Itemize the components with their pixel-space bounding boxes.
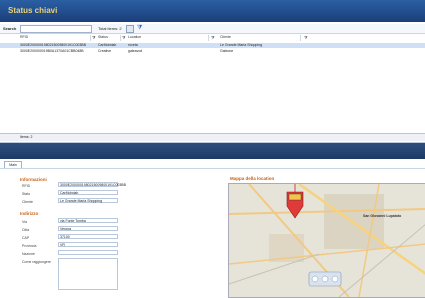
cap-field[interactable]: 37100 [58, 234, 118, 239]
filter-icon[interactable]: ⧩ [137, 25, 143, 31]
info-label: RFID [22, 184, 31, 188]
info-section-title: Informazioni [20, 177, 47, 182]
address-label: Nazione [22, 252, 35, 256]
items-count: Items: 2 [20, 135, 33, 139]
rfid-cell: 3000E200000019B0A1370A01CBB048B [20, 49, 84, 53]
search-input[interactable] [20, 25, 92, 33]
title-bar [0, 0, 425, 22]
column-header-status[interactable]: Status [98, 35, 121, 41]
address-label: Provincia [22, 244, 37, 248]
column-header-label: Location [128, 35, 142, 39]
info-label: Stato [22, 192, 31, 196]
column-header-location[interactable]: Location [128, 35, 209, 41]
rfid-field: 3000E2000001980215009800191C003BB [58, 182, 126, 187]
cliente-field: Le Grande Maria Shopping [58, 198, 118, 203]
info-label: Cliente [22, 200, 33, 204]
citta-field[interactable]: Verona [58, 226, 118, 231]
map-section-title: Mappa della location [230, 176, 275, 181]
map-view[interactable]: San Giovanni Lupatoto [228, 183, 425, 298]
stato-field: CarMobdab [58, 190, 118, 195]
map-place-label: San Giovanni Lupatoto [363, 214, 402, 218]
column-header-label: RFID [20, 35, 29, 39]
window-title: Status chiavi [8, 6, 58, 15]
location-cell: roveta [128, 43, 138, 47]
table-row[interactable]: 3000E200000019B0A1370A01CBB048B Creative… [0, 49, 425, 54]
location-cell: galeavod [128, 49, 143, 53]
search-label: Search [3, 26, 17, 31]
filter-icon[interactable]: ⧩ [122, 35, 126, 40]
filter-icon[interactable]: ⧩ [92, 35, 96, 40]
map-canvas [229, 184, 425, 297]
address-label: Citta [22, 228, 30, 232]
address-label: Come raggiungere [22, 260, 51, 264]
address-label: CAP [22, 236, 30, 240]
column-header-label: Status [98, 35, 108, 39]
column-header-label: Cliente [220, 35, 231, 39]
separator-band [0, 143, 425, 159]
provincia-field[interactable]: VR [58, 242, 118, 247]
via-field[interactable]: via Fonte Tomba [58, 218, 118, 223]
nazione-field[interactable] [58, 250, 118, 255]
grid-footer [0, 133, 425, 141]
status-cell: Creative [98, 49, 112, 53]
status-cell: CarMobdab [98, 43, 117, 47]
filter-icon[interactable]: ⧩ [304, 35, 308, 40]
table-row[interactable]: 3000E2000001980215009800191C003BB CarMob… [0, 43, 425, 48]
cliente-cell: Galeone [220, 49, 234, 53]
address-section-title: Indirizzo [20, 211, 39, 216]
column-header-cliente[interactable]: Cliente [220, 35, 301, 41]
export-icon[interactable] [126, 25, 134, 33]
total-items-label: Total items: 2 [98, 26, 122, 31]
column-header-rfid[interactable]: RFID [20, 35, 91, 41]
cliente-cell: Le Grande Maria Shopping [220, 43, 263, 47]
come-raggiungere-field[interactable] [58, 258, 118, 290]
rfid-cell: 3000E2000001980215009800191C003BB [20, 43, 86, 47]
filter-icon[interactable]: ⧩ [211, 35, 215, 40]
address-label: Via [22, 220, 27, 224]
